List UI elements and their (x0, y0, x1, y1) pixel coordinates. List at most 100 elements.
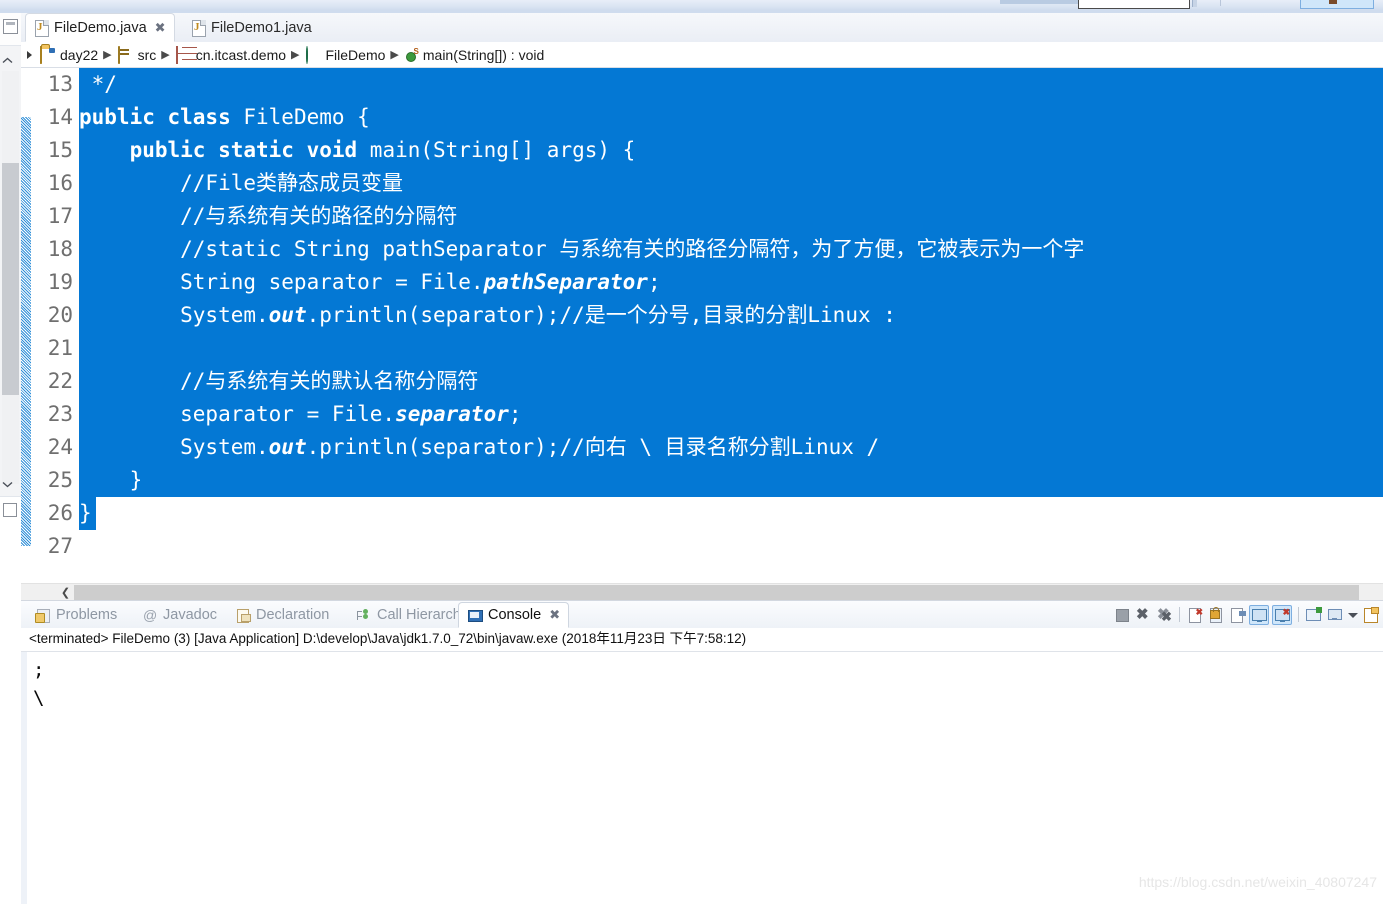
show-console-icon[interactable] (1326, 606, 1344, 624)
code-line: */ (79, 72, 117, 96)
tab-label: Console (488, 607, 542, 623)
selection-highlight (79, 68, 1383, 101)
new-console-icon[interactable] (1362, 606, 1380, 624)
problems-icon (35, 608, 51, 623)
breadcrumb-label: src (137, 46, 157, 63)
code-line: //与系统有关的路径的分隔符 (79, 204, 458, 228)
new-console-view-icon[interactable] (1305, 606, 1323, 624)
scroll-up-button[interactable] (2, 51, 19, 67)
line-number: 22 (47, 369, 73, 393)
tab-label: Declaration (256, 607, 330, 623)
left-minimized-panel (0, 13, 22, 916)
source-folder-icon (117, 46, 134, 64)
remove-launch-icon[interactable]: ✖ (1134, 606, 1152, 624)
restore-view-icon[interactable] (3, 19, 18, 34)
code-line: } (79, 501, 92, 525)
close-icon[interactable]: ✖ (549, 607, 560, 623)
restore-view-icon-2[interactable] (3, 503, 17, 517)
editor-part: J FileDemo.java ✖ J FileDemo1.java day22… (21, 13, 1383, 601)
breadcrumb: day22 ▶ src ▶ cn.itcast.demo ▶ FileDemo … (21, 42, 1383, 68)
toolbar-separator (1179, 607, 1180, 622)
tab-declaration[interactable]: Declaration (227, 602, 337, 628)
scroll-left-button[interactable]: ❮ (57, 584, 74, 601)
line-number: 27 (47, 534, 73, 558)
toolbar-strip-remnant (0, 0, 1383, 10)
line-number: 16 (47, 171, 73, 195)
line-number: 17 (47, 204, 73, 228)
code-text-area[interactable]: */ public class FileDemo { public static … (79, 68, 1383, 583)
tab-label: Javadoc (163, 607, 218, 623)
line-number: 18 (47, 237, 73, 261)
tab-call-hierarchy[interactable]: Call Hierarchy (348, 602, 476, 628)
close-icon[interactable]: ✖ (155, 20, 166, 36)
package-icon (175, 46, 192, 64)
eclipse-ide-window: J FileDemo.java ✖ J FileDemo1.java day22… (0, 0, 1383, 916)
code-line: public static void main(String[] args) { (129, 138, 636, 162)
line-number: 13 (47, 72, 73, 96)
left-scrollbar-track[interactable] (2, 71, 19, 484)
display-selected-console-icon[interactable] (1249, 604, 1269, 625)
console-launch-header: <terminated> FileDemo (3) [Java Applicat… (29, 631, 747, 646)
breadcrumb-label: day22 (60, 46, 99, 63)
line-number: 19 (47, 270, 73, 294)
breadcrumb-label: cn.itcast.demo (195, 46, 287, 63)
editor-tab-filedemo1[interactable]: J FileDemo1.java (183, 13, 328, 42)
editor-tab-label: FileDemo1.java (211, 19, 312, 36)
console-dropdown-icon[interactable] (1347, 606, 1359, 624)
breadcrumb-item-src[interactable]: src (117, 46, 157, 64)
breadcrumb-expand-arrow[interactable] (27, 50, 32, 59)
horizontal-scrollbar-thumb[interactable] (74, 585, 1359, 600)
line-number: 21 (47, 336, 73, 360)
java-file-icon: J (35, 19, 49, 37)
toolbar-grip[interactable] (1192, 0, 1197, 7)
toolbar-text-box-remnant[interactable] (1078, 0, 1190, 9)
terminate-icon[interactable] (1113, 606, 1131, 624)
editor-tab-label: FileDemo.java (54, 19, 147, 36)
toolbar-highlighted-button[interactable] (1300, 0, 1374, 9)
console-part: Problems @ Javadoc Declaration Call Hier… (21, 600, 1383, 904)
console-left-margin (21, 652, 27, 904)
console-tab-bar: Problems @ Javadoc Declaration Call Hier… (21, 601, 1383, 628)
line-number: 14 (47, 105, 73, 129)
tab-javadoc[interactable]: @ Javadoc (134, 602, 225, 628)
breadcrumb-separator: ▶ (291, 49, 300, 61)
code-line: //static String pathSeparator 与系统有关的路径分隔… (79, 237, 1085, 261)
open-console-icon[interactable]: ✖ (1272, 604, 1292, 625)
scroll-lock-icon[interactable] (1207, 606, 1225, 624)
breadcrumb-item-method[interactable]: S main(String[]) : void (405, 47, 544, 63)
line-number: 20 (47, 303, 73, 327)
breadcrumb-item-project[interactable]: day22 (40, 46, 99, 64)
console-toolbar: ✖ ✖ ✖ ✖ ✖ (1113, 603, 1380, 626)
tab-console[interactable]: Console ✖ (458, 602, 570, 628)
toolbar-remnant-left (1000, 0, 1078, 4)
clear-console-icon[interactable]: ✖ (1186, 606, 1204, 624)
breadcrumb-item-class[interactable]: FileDemo (305, 46, 385, 64)
java-file-icon: J (192, 19, 206, 37)
remove-all-terminated-icon[interactable]: ✖ ✖ (1155, 606, 1173, 624)
toolbar-separator (1298, 607, 1299, 622)
selection-highlight (79, 332, 1383, 365)
code-editor-canvas[interactable]: 13 14 15 16 17 18 19 20 21 22 23 24 25 26 27 */ public … (21, 68, 1383, 583)
watermark: https://blog.csdn.net/weixin_40807247 (1138, 874, 1377, 890)
line-number-ruler: 13 14 15 16 17 18 19 20 21 22 23 24 25 26 27 (31, 68, 79, 583)
change-ruler (21, 68, 31, 583)
project-folder-icon (40, 46, 56, 64)
class-icon (305, 46, 322, 64)
breadcrumb-separator: ▶ (390, 49, 399, 61)
editor-tab-filedemo[interactable]: J FileDemo.java ✖ (25, 13, 175, 42)
breadcrumb-item-package[interactable]: cn.itcast.demo (175, 46, 287, 64)
line-number: 23 (47, 402, 73, 426)
tab-problems[interactable]: Problems (27, 602, 125, 628)
breadcrumb-separator: ▶ (161, 49, 170, 61)
editor-horizontal-scrollbar[interactable]: ❮ (21, 583, 1383, 601)
line-number: 26 (47, 501, 73, 525)
pin-console-icon[interactable] (1228, 606, 1246, 624)
code-line: System.out.println(separator);//是一个分号,目录… (79, 303, 896, 327)
change-marker (21, 117, 31, 546)
toolbar-separator (1220, 0, 1221, 6)
call-hierarchy-icon (356, 608, 372, 623)
scroll-down-button[interactable] (2, 475, 19, 491)
left-rail-lower-panel (0, 496, 21, 916)
left-scrollbar-thumb[interactable] (2, 163, 19, 395)
console-output-area[interactable]: ; \ https://blog.csdn.net/weixin_4080724… (21, 651, 1383, 904)
